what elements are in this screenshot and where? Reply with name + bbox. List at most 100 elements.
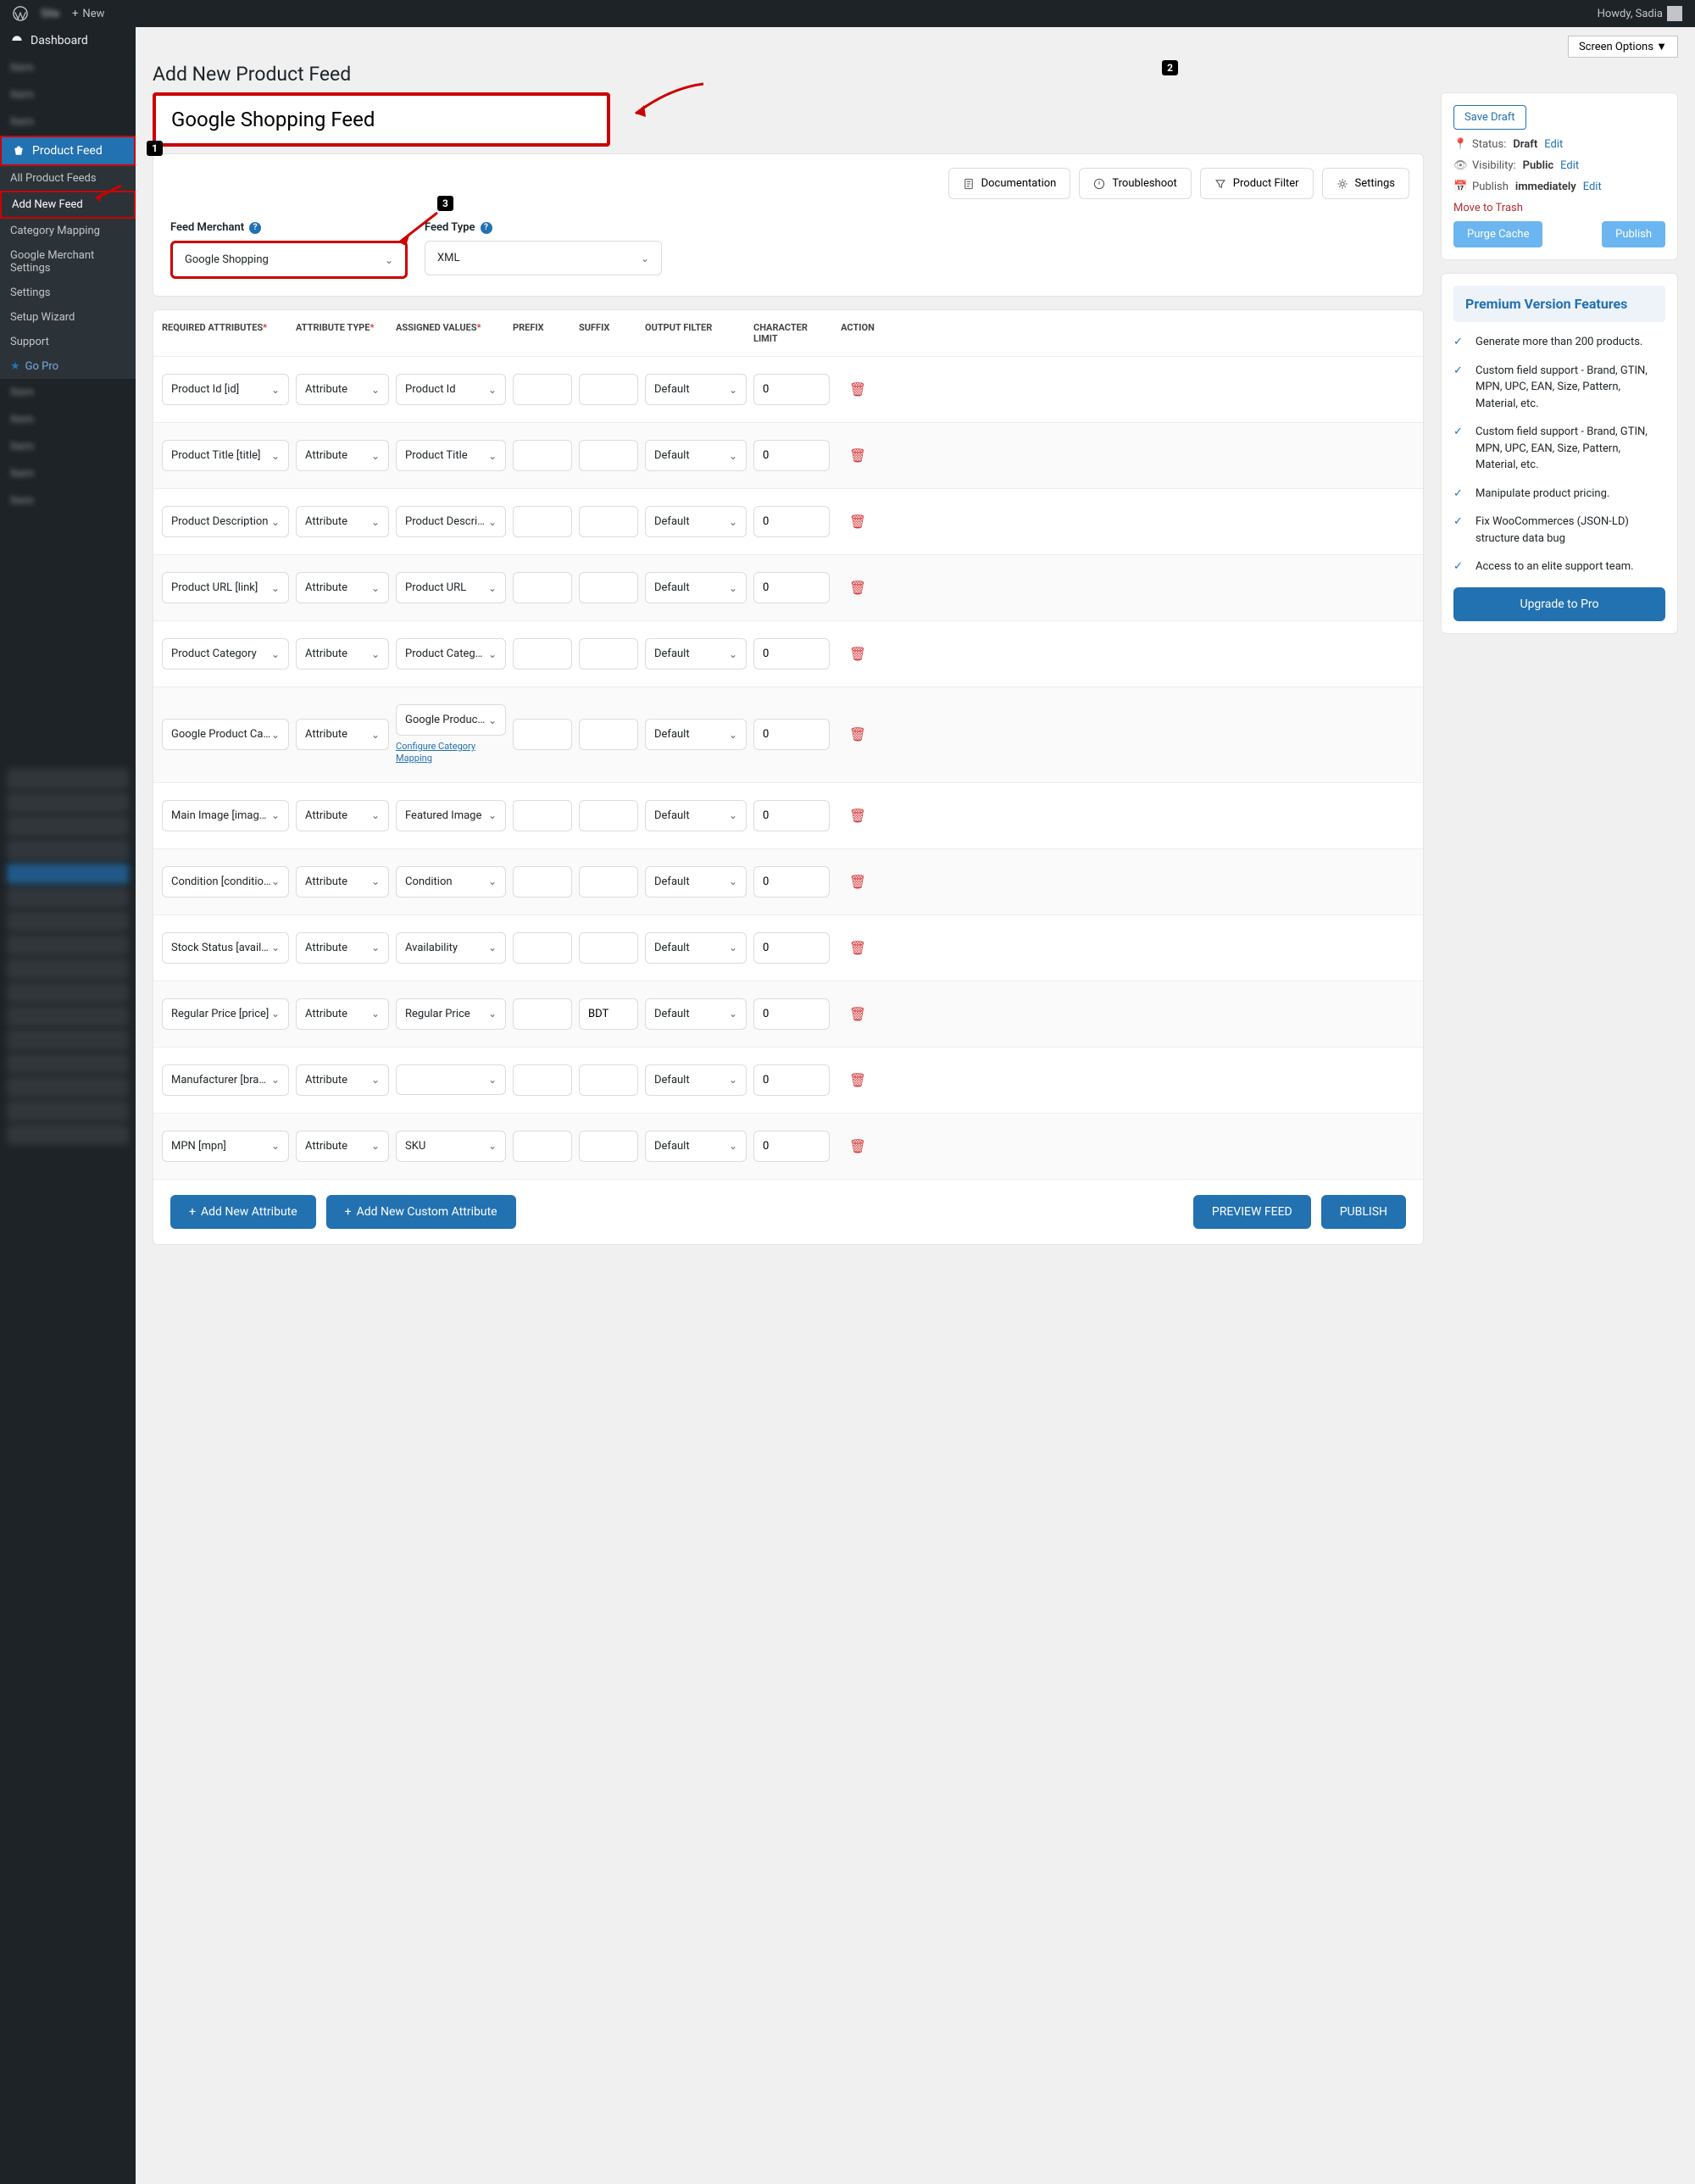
- trash-icon[interactable]: 🗑: [849, 381, 866, 397]
- char-limit-input[interactable]: [753, 374, 830, 405]
- output-filter-select[interactable]: Default⌄: [645, 506, 747, 537]
- char-limit-input[interactable]: [753, 998, 830, 1030]
- required-attr-select[interactable]: Product Description⌄: [162, 506, 289, 537]
- assigned-value-select[interactable]: SKU⌄: [396, 1131, 506, 1162]
- output-filter-select[interactable]: Default⌄: [645, 440, 747, 471]
- assigned-value-select[interactable]: Product Category⌄: [396, 638, 506, 670]
- menu-blur[interactable]: Item: [0, 433, 136, 460]
- suffix-input[interactable]: [579, 932, 638, 964]
- output-filter-select[interactable]: Default⌄: [645, 932, 747, 964]
- submenu-setup-wizard[interactable]: Setup Wizard: [0, 305, 136, 330]
- assigned-value-select[interactable]: Google Product Category⌄: [396, 704, 506, 736]
- prefix-input[interactable]: [513, 572, 572, 603]
- assigned-value-select[interactable]: Product Title⌄: [396, 440, 506, 471]
- char-limit-input[interactable]: [753, 572, 830, 603]
- suffix-input[interactable]: [579, 998, 638, 1030]
- trash-icon[interactable]: 🗑: [849, 447, 866, 464]
- prefix-input[interactable]: [513, 440, 572, 471]
- menu-blur[interactable]: Item: [0, 379, 136, 406]
- trash-icon[interactable]: 🗑: [849, 808, 866, 824]
- char-limit-input[interactable]: [753, 638, 830, 670]
- trash-icon[interactable]: 🗑: [849, 940, 866, 956]
- suffix-input[interactable]: [579, 800, 638, 831]
- suffix-input[interactable]: [579, 440, 638, 471]
- required-attr-select[interactable]: Manufacturer [brand]⌄: [162, 1064, 289, 1096]
- wp-logo[interactable]: [13, 6, 28, 21]
- output-filter-select[interactable]: Default⌄: [645, 998, 747, 1030]
- menu-blur[interactable]: Item: [0, 81, 136, 108]
- required-attr-select[interactable]: Main Image [image_link]⌄: [162, 800, 289, 831]
- trash-icon[interactable]: 🗑: [849, 1072, 866, 1088]
- documentation-button[interactable]: Documentation: [948, 168, 1071, 199]
- suffix-input[interactable]: [579, 719, 638, 750]
- required-attr-select[interactable]: Product URL [link]⌄: [162, 572, 289, 603]
- suffix-input[interactable]: [579, 638, 638, 670]
- submenu-support[interactable]: Support: [0, 330, 136, 354]
- screen-options-button[interactable]: Screen Options ▼: [1568, 36, 1678, 58]
- attr-type-select[interactable]: Attribute⌄: [296, 800, 389, 831]
- suffix-input[interactable]: [579, 1064, 638, 1096]
- submenu-go-pro[interactable]: ★Go Pro: [0, 354, 136, 379]
- move-to-trash-link[interactable]: Move to Trash: [1453, 202, 1665, 214]
- attr-type-select[interactable]: Attribute⌄: [296, 572, 389, 603]
- char-limit-input[interactable]: [753, 866, 830, 897]
- output-filter-select[interactable]: Default⌄: [645, 572, 747, 603]
- menu-blur[interactable]: Item: [0, 406, 136, 433]
- required-attr-select[interactable]: Product Category⌄: [162, 638, 289, 670]
- trash-icon[interactable]: 🗑: [849, 726, 866, 742]
- submenu-category-mapping[interactable]: Category Mapping: [0, 219, 136, 243]
- publish-side-button[interactable]: Publish: [1602, 221, 1665, 247]
- char-limit-input[interactable]: [753, 932, 830, 964]
- char-limit-input[interactable]: [753, 1064, 830, 1096]
- assigned-value-select[interactable]: Condition⌄: [396, 866, 506, 897]
- assigned-value-select[interactable]: ⌄: [396, 1064, 506, 1095]
- required-attr-select[interactable]: Product Title [title]⌄: [162, 440, 289, 471]
- attr-type-select[interactable]: Attribute⌄: [296, 638, 389, 670]
- output-filter-select[interactable]: Default⌄: [645, 1131, 747, 1162]
- site-name[interactable]: Site: [41, 8, 59, 20]
- trash-icon[interactable]: 🗑: [849, 1138, 866, 1154]
- char-limit-input[interactable]: [753, 440, 830, 471]
- prefix-input[interactable]: [513, 998, 572, 1030]
- char-limit-input[interactable]: [753, 719, 830, 750]
- required-attr-select[interactable]: Regular Price [price]⌄: [162, 998, 289, 1030]
- menu-product-feed[interactable]: Product Feed: [0, 136, 136, 166]
- trash-icon[interactable]: 🗑: [849, 1006, 866, 1022]
- trash-icon[interactable]: 🗑: [849, 874, 866, 890]
- menu-blur[interactable]: Item: [0, 460, 136, 487]
- prefix-input[interactable]: [513, 1131, 572, 1162]
- prefix-input[interactable]: [513, 638, 572, 670]
- product-filter-button[interactable]: Product Filter: [1200, 168, 1314, 199]
- attr-type-select[interactable]: Attribute⌄: [296, 932, 389, 964]
- edit-visibility-link[interactable]: Edit: [1560, 159, 1579, 172]
- prefix-input[interactable]: [513, 374, 572, 405]
- configure-category-link[interactable]: Configure Category Mapping: [396, 741, 506, 765]
- menu-blur[interactable]: Item: [0, 108, 136, 136]
- publish-button[interactable]: PUBLISH: [1321, 1195, 1406, 1229]
- feed-merchant-select[interactable]: Google Shopping⌄: [170, 241, 408, 279]
- attr-type-select[interactable]: Attribute⌄: [296, 866, 389, 897]
- attr-type-select[interactable]: Attribute⌄: [296, 374, 389, 405]
- required-attr-select[interactable]: MPN [mpn]⌄: [162, 1131, 289, 1162]
- suffix-input[interactable]: [579, 506, 638, 537]
- menu-blur[interactable]: Item: [0, 54, 136, 81]
- suffix-input[interactable]: [579, 1131, 638, 1162]
- output-filter-select[interactable]: Default⌄: [645, 1064, 747, 1096]
- suffix-input[interactable]: [579, 374, 638, 405]
- upgrade-pro-button[interactable]: Upgrade to Pro: [1453, 587, 1665, 621]
- assigned-value-select[interactable]: Product URL⌄: [396, 572, 506, 603]
- attr-type-select[interactable]: Attribute⌄: [296, 998, 389, 1030]
- attr-type-select[interactable]: Attribute⌄: [296, 719, 389, 750]
- trash-icon[interactable]: 🗑: [849, 514, 866, 530]
- prefix-input[interactable]: [513, 866, 572, 897]
- char-limit-input[interactable]: [753, 1131, 830, 1162]
- assigned-value-select[interactable]: Product Id⌄: [396, 374, 506, 405]
- settings-button[interactable]: Settings: [1322, 168, 1409, 199]
- howdy[interactable]: Howdy, Sadia: [1598, 6, 1682, 21]
- attr-type-select[interactable]: Attribute⌄: [296, 440, 389, 471]
- char-limit-input[interactable]: [753, 506, 830, 537]
- prefix-input[interactable]: [513, 1064, 572, 1096]
- char-limit-input[interactable]: [753, 800, 830, 831]
- attr-type-select[interactable]: Attribute⌄: [296, 506, 389, 537]
- required-attr-select[interactable]: Google Product Category⌄: [162, 719, 289, 750]
